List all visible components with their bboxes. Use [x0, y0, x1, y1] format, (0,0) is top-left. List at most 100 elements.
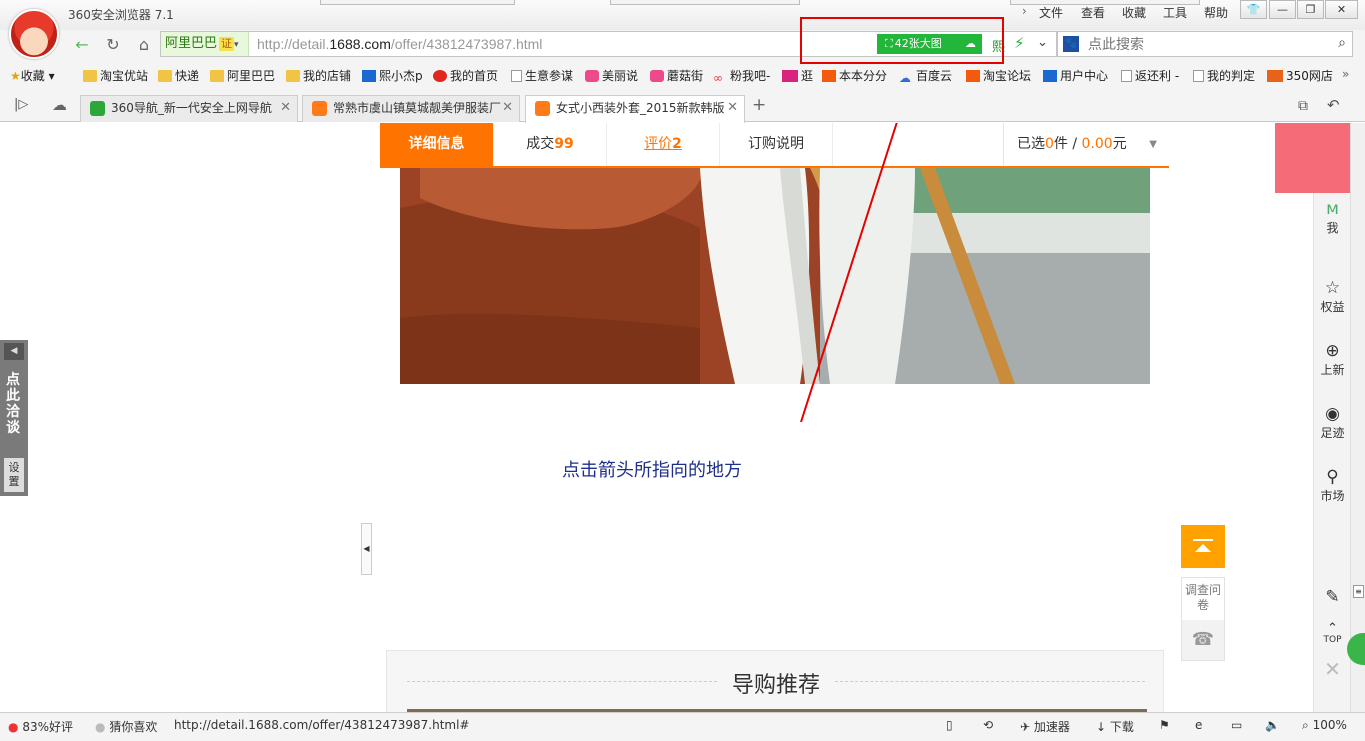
close-tab-icon[interactable]: ✕ — [727, 96, 738, 120]
bookmark-item[interactable]: ☁ 百度云 — [899, 67, 952, 85]
minimize-button[interactable]: — — [1269, 0, 1296, 19]
fenwoba-icon: ∞ — [713, 71, 723, 85]
tab-bar: |▷ ☁ 360导航_新一代安全上网导航 ✕ 常熟市虞山镇莫城靓美伊服装厂 ✕ … — [0, 88, 1365, 123]
accelerator-button[interactable]: ✈ 加速器 — [1020, 718, 1070, 735]
side-benefits[interactable]: ☆ 权益 — [1314, 278, 1351, 315]
bookmark-item[interactable]: 快递 — [158, 67, 199, 84]
lightning-icon[interactable]: ⚡ — [1014, 34, 1025, 52]
cloud-icon[interactable]: ☁ — [52, 96, 67, 114]
side-history[interactable]: ◉ 足迹 — [1314, 404, 1351, 441]
menu-favorites[interactable]: 收藏 — [1122, 4, 1146, 21]
search-icon[interactable]: ⌕ — [1338, 35, 1346, 51]
ie-icon[interactable]: e — [1195, 718, 1202, 732]
window-icon[interactable]: ▭ — [1231, 718, 1242, 732]
caret-up-icon: ⌃ — [1327, 621, 1338, 636]
folder-icon — [83, 70, 97, 82]
bookmark-item[interactable]: 我的店铺 — [286, 67, 351, 84]
tab-product[interactable]: 女式小西装外套_2015新款韩版 ✕ — [525, 95, 745, 123]
cloud-icon: ☁ — [899, 71, 911, 85]
undo-close-icon[interactable]: ↶ — [1327, 96, 1340, 114]
bookmark-item[interactable]: 淘宝论坛 — [966, 67, 1031, 84]
side-new[interactable]: ⊕ 上新 — [1314, 341, 1351, 378]
chevron-down-icon[interactable]: ⌄ — [1037, 35, 1048, 50]
promo-banner[interactable] — [1275, 123, 1350, 193]
bookmark-item[interactable]: 阿里巴巴 — [210, 67, 275, 84]
close-tab-icon[interactable]: ✕ — [280, 96, 291, 120]
bookmark-item[interactable]: 淘宝优站 — [83, 67, 148, 84]
taobao-icon — [966, 70, 980, 82]
tab-360-navigation[interactable]: 360导航_新一代安全上网导航 ✕ — [80, 95, 298, 122]
tab-peek — [320, 0, 515, 5]
url-prefix: http://detail. — [257, 36, 330, 52]
1688-icon — [312, 101, 327, 116]
restore-button[interactable]: ❐ — [1297, 0, 1324, 19]
list-icon[interactable]: ≡ — [1353, 585, 1364, 598]
close-panel-icon[interactable]: ✕ — [1314, 659, 1351, 679]
tab-list-icon[interactable]: ⧉ — [1298, 98, 1308, 114]
plus-circle-icon: ⊕ — [1325, 341, 1340, 361]
apple-icon: ● — [8, 720, 19, 734]
bookmark-item[interactable]: 我的判定 — [1193, 67, 1255, 84]
chevron-right-icon[interactable]: › — [1022, 4, 1027, 18]
sidebar-toggle-icon[interactable]: |▷ — [14, 97, 28, 112]
mogujie-icon — [650, 70, 664, 82]
flag-icon[interactable]: ⚑ — [1159, 718, 1170, 732]
menu-tools[interactable]: 工具 — [1163, 4, 1187, 21]
new-tab-button[interactable]: + — [752, 95, 766, 115]
search-icon: ⌕ — [1302, 718, 1309, 732]
bookmark-item[interactable]: 蘑菇街 — [650, 67, 703, 84]
bookmark-item[interactable]: 生意参谋 — [511, 67, 573, 84]
page-icon — [1193, 70, 1204, 82]
menu-view[interactable]: 查看 — [1081, 4, 1105, 21]
bookmark-item[interactable]: 我的首页 — [433, 67, 498, 84]
search-box[interactable]: 🐾 ⌕ — [1057, 31, 1353, 57]
window-title: 360安全浏览器 7.1 — [68, 8, 174, 22]
site-name: 阿里巴巴 — [165, 36, 218, 51]
meilishuo-icon — [585, 70, 599, 82]
tab-factory[interactable]: 常熟市虞山镇莫城靓美伊服装厂 ✕ — [302, 95, 520, 122]
350-icon — [1267, 70, 1283, 82]
guess-you-like[interactable]: ● 猜你喜欢 — [95, 718, 157, 735]
side-me[interactable]: ᴍ 我 — [1314, 199, 1351, 236]
menu-file[interactable]: 文件 — [1039, 4, 1063, 21]
home-button[interactable]: ⌂ — [131, 33, 157, 57]
menu-help[interactable]: 帮助 — [1204, 4, 1228, 21]
more-bookmarks-icon[interactable]: » — [1342, 67, 1349, 81]
feedback-edit-icon[interactable]: ✎ — [1314, 587, 1351, 607]
bookmark-item[interactable]: 熙小杰p — [362, 67, 423, 84]
bookmark-item[interactable]: ∞ 粉我吧- — [713, 67, 770, 85]
page-icon — [511, 70, 522, 82]
folder-icon — [210, 70, 224, 82]
side-top[interactable]: ⌃ TOP — [1314, 621, 1351, 645]
speed-badge[interactable] — [1347, 633, 1365, 665]
rating-indicator[interactable]: ● 83%好评 — [8, 718, 73, 735]
download-button[interactable]: ↓ 下载 — [1096, 718, 1134, 735]
skin-icon[interactable]: 👕 — [1240, 0, 1267, 19]
bookmark-item[interactable]: 美丽说 — [585, 67, 638, 84]
status-link: http://detail.1688.com/offer/43812473987… — [174, 718, 470, 732]
search-input[interactable] — [1088, 32, 1328, 56]
user-avatar[interactable] — [9, 9, 59, 59]
url-text[interactable]: http://detail.1688.com/offer/43812473987… — [257, 36, 542, 52]
bookmark-item[interactable]: 本本分分 — [822, 67, 887, 84]
refresh-button[interactable]: ↻ — [100, 33, 126, 57]
side-market[interactable]: ⚲ 市场 — [1314, 467, 1351, 504]
close-button[interactable]: ✕ — [1325, 0, 1358, 19]
zoom-control[interactable]: ⌕ 100% — [1302, 718, 1347, 733]
bookmark-item[interactable]: 350网店 — [1267, 67, 1333, 84]
bookmark-item[interactable]: 用户中心 — [1043, 67, 1108, 84]
bookmark-item[interactable]: 返还利 - — [1121, 67, 1179, 84]
folder-icon — [286, 70, 300, 82]
speaker-icon[interactable]: 🔈 — [1265, 718, 1280, 732]
close-tab-icon[interactable]: ✕ — [502, 96, 513, 120]
baidu-paw-icon[interactable]: 🐾 — [1063, 36, 1079, 52]
bookmark-item[interactable]: 逛 — [782, 67, 813, 84]
mobile-icon[interactable]: ▯ — [946, 718, 953, 732]
back-button[interactable]: ← — [69, 33, 95, 57]
bookmark-favorites[interactable]: ★收藏 ▾ — [10, 67, 55, 84]
site-identity-badge[interactable]: 阿里巴巴证 ▾ — [161, 32, 249, 56]
refresh-circle-icon[interactable]: ⟲ — [983, 718, 993, 732]
bookmarks-bar: ★收藏 ▾ 淘宝优站 快递 阿里巴巴 我的店铺 熙小杰p 我的首页 生意参谋 美… — [0, 62, 1365, 88]
status-bar: ● 83%好评 ● 猜你喜欢 http://detail.1688.com/of… — [0, 712, 1365, 741]
scrollbar[interactable]: ≡ — [1347, 123, 1365, 712]
